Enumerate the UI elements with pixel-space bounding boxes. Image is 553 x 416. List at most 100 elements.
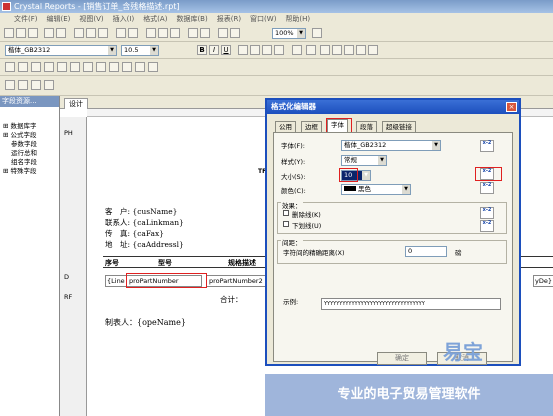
menu-database[interactable]: 数据库(B)	[176, 13, 207, 25]
section-ph[interactable]: PH	[60, 117, 87, 267]
ok-button[interactable]: 确定	[377, 352, 427, 365]
app-icon	[2, 2, 11, 11]
align-left-icon[interactable]	[238, 45, 248, 55]
section-rf[interactable]: RF	[60, 289, 87, 416]
insert-group-icon[interactable]	[158, 28, 168, 38]
insert-box-icon[interactable]	[83, 62, 93, 72]
decrease-decimal-icon[interactable]	[368, 45, 378, 55]
detail-field-partnumber2[interactable]: proPartNumber2	[206, 275, 268, 287]
detail-field-line[interactable]: {Line	[105, 275, 127, 287]
undo-icon[interactable]	[116, 28, 126, 38]
detail-field-desc[interactable]: yDe}	[533, 275, 553, 287]
header-row[interactable]: 联系人: {caLinkman}	[105, 217, 184, 228]
italic-button[interactable]: I	[209, 45, 219, 55]
strikethrough-checkbox[interactable]	[283, 210, 289, 216]
header-row[interactable]: 地 址: {caAddressl}	[105, 239, 184, 250]
percent-icon[interactable]	[332, 45, 342, 55]
formula-button-font[interactable]: x-2	[480, 140, 494, 152]
font-color-icon[interactable]	[292, 45, 302, 55]
tree-item-group-name[interactable]: 组名字段	[0, 158, 59, 167]
menu-report[interactable]: 报表(R)	[217, 13, 241, 25]
column-header[interactable]: 型号	[158, 257, 172, 268]
header-row[interactable]: 客 户: {cusName}	[105, 206, 184, 217]
menu-window[interactable]: 窗口(W)	[250, 13, 276, 25]
underline-checkbox[interactable]	[283, 221, 289, 227]
font-select[interactable]: 楷体_GB2312 ▼	[341, 140, 441, 151]
sort-icon[interactable]	[188, 28, 198, 38]
insert-summary-icon[interactable]	[31, 62, 41, 72]
new-icon[interactable]	[4, 28, 14, 38]
underline-label: 下划线(U)	[292, 222, 322, 230]
underline-button[interactable]: U	[221, 45, 231, 55]
align-right-icon[interactable]	[262, 45, 272, 55]
style-select[interactable]: 常规 ▼	[341, 155, 387, 166]
format-expert-icon[interactable]	[18, 80, 28, 90]
cut-icon[interactable]	[74, 28, 84, 38]
section-expert-icon[interactable]	[5, 80, 15, 90]
section-d[interactable]: D	[60, 267, 87, 289]
spacing-input[interactable]: 0	[405, 246, 447, 257]
currency-icon[interactable]	[320, 45, 330, 55]
size-combo[interactable]: 10.5 ▼	[121, 45, 159, 56]
menu-edit[interactable]: 编辑(E)	[47, 13, 71, 25]
save-icon[interactable]	[28, 28, 38, 38]
insert-line-icon[interactable]	[70, 62, 80, 72]
header-row[interactable]: 传 真: {caFax}	[105, 228, 184, 239]
insert-map-icon[interactable]	[122, 62, 132, 72]
copy-icon[interactable]	[86, 28, 96, 38]
tab-common[interactable]: 公用	[275, 121, 296, 132]
menu-view[interactable]: 视图(V)	[79, 13, 103, 25]
help-icon[interactable]	[312, 28, 322, 38]
insert-crosstab-icon[interactable]	[44, 62, 54, 72]
tab-paragraph[interactable]: 段落	[356, 121, 377, 132]
tree-item-formula-fields[interactable]: ⊞ 公式字段	[0, 131, 59, 140]
sort-expert-icon[interactable]	[44, 80, 54, 90]
insert-chart-icon[interactable]	[170, 28, 180, 38]
menu-help[interactable]: 帮助(H)	[285, 13, 310, 25]
menu-file[interactable]: 文件(F)	[14, 13, 38, 25]
tree-item-database-fields[interactable]: ⊞ 数据库字	[0, 122, 59, 131]
tree-item-parameter-fields[interactable]: 参数字段	[0, 140, 59, 149]
redo-icon[interactable]	[128, 28, 138, 38]
bold-button[interactable]: B	[197, 45, 207, 55]
insert-hyperlink-icon[interactable]	[148, 62, 158, 72]
tree-item-running-total[interactable]: 运行总和	[0, 149, 59, 158]
tree-item-special-fields[interactable]: ⊞ 特殊字段	[0, 167, 59, 176]
tab-hyperlink[interactable]: 超级链接	[382, 121, 416, 132]
insert-field-icon[interactable]	[146, 28, 156, 38]
formula-icon[interactable]	[218, 28, 228, 38]
formula-button-color[interactable]: x-2	[480, 182, 494, 194]
close-icon[interactable]: ×	[506, 102, 517, 112]
formula-button-strike[interactable]: x-2	[480, 207, 494, 219]
color-select[interactable]: 黑色 ▼	[341, 184, 411, 195]
zoom-combo[interactable]: 100% ▼	[272, 28, 306, 39]
insert-subreport-icon[interactable]	[57, 62, 67, 72]
field-label: 地 址:	[105, 240, 131, 249]
formula-button-underline[interactable]: x-2	[480, 220, 494, 232]
align-center-icon[interactable]	[250, 45, 260, 55]
select-expert-icon[interactable]	[31, 80, 41, 90]
increase-decimal-icon[interactable]	[356, 45, 366, 55]
column-header[interactable]: 规格描述	[228, 257, 256, 268]
column-header[interactable]: 序号	[105, 257, 119, 268]
insert-group-tool-icon[interactable]	[18, 62, 28, 72]
insert-picture-icon[interactable]	[96, 62, 106, 72]
tab-design[interactable]: 设计	[64, 98, 88, 109]
menu-insert[interactable]: 插入(I)	[113, 13, 135, 25]
menu-format[interactable]: 格式(A)	[143, 13, 167, 25]
database-icon[interactable]	[230, 28, 240, 38]
open-icon[interactable]	[16, 28, 26, 38]
filter-icon[interactable]	[200, 28, 210, 38]
preview-icon[interactable]	[56, 28, 66, 38]
align-justify-icon[interactable]	[274, 45, 284, 55]
insert-text-icon[interactable]	[5, 62, 15, 72]
print-icon[interactable]	[44, 28, 54, 38]
font-combo[interactable]: 楷体_GB2312 ▼	[5, 45, 117, 56]
border-icon[interactable]	[306, 45, 316, 55]
paste-icon[interactable]	[98, 28, 108, 38]
insert-olap-icon[interactable]	[135, 62, 145, 72]
tree-item-label: 公式字段	[10, 131, 37, 139]
comma-icon[interactable]	[344, 45, 354, 55]
tab-border[interactable]: 边框	[301, 121, 322, 132]
insert-chart-tool-icon[interactable]	[109, 62, 119, 72]
